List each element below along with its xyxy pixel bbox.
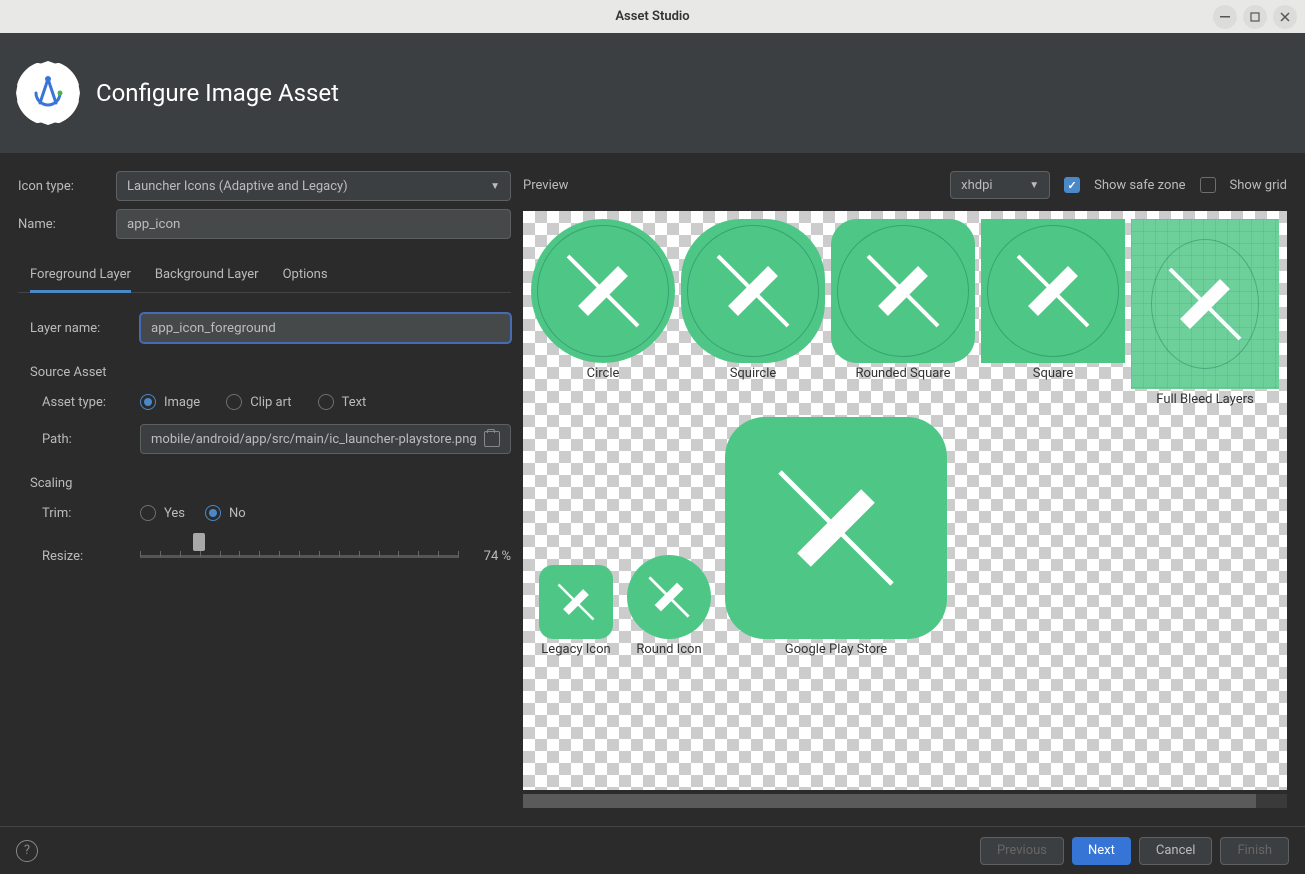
asset-type-text-radio[interactable]	[318, 394, 334, 410]
maximize-button[interactable]	[1243, 5, 1267, 29]
preview-round: Round Icon	[627, 555, 711, 657]
preview-area: Circle Squircle Rounded Square Square Fu…	[523, 211, 1287, 790]
minimize-button[interactable]	[1213, 5, 1237, 29]
resize-value: 74 %	[471, 549, 511, 564]
android-studio-icon	[20, 65, 76, 121]
path-value: mobile/android/app/src/main/ic_launcher-…	[151, 432, 477, 447]
path-input[interactable]: mobile/android/app/src/main/ic_launcher-…	[140, 424, 511, 454]
preview-playstore: Google Play Store	[725, 417, 947, 657]
next-button[interactable]: Next	[1072, 837, 1131, 865]
preview-square: Square	[981, 219, 1125, 407]
trim-label: Trim:	[42, 506, 128, 521]
resize-label: Resize:	[42, 549, 128, 564]
close-button[interactable]	[1273, 5, 1297, 29]
trim-yes-label[interactable]: Yes	[164, 506, 185, 521]
previous-button[interactable]: Previous	[980, 837, 1064, 865]
layer-name-label: Layer name:	[30, 321, 128, 336]
chevron-down-icon: ▼	[490, 181, 500, 192]
icon-type-value: Launcher Icons (Adaptive and Legacy)	[127, 179, 348, 194]
asset-type-clipart-radio[interactable]	[226, 394, 242, 410]
asset-type-clipart-label[interactable]: Clip art	[250, 395, 291, 410]
scaling-title: Scaling	[18, 476, 511, 491]
asset-type-label: Asset type:	[42, 395, 128, 410]
chevron-down-icon: ▼	[1029, 180, 1039, 191]
tabs: Foreground Layer Background Layer Option…	[18, 257, 511, 293]
resize-slider[interactable]	[140, 541, 459, 571]
density-value: xhdpi	[961, 178, 992, 193]
folder-icon[interactable]	[484, 431, 500, 447]
safe-zone-checkbox[interactable]	[1064, 177, 1080, 193]
cancel-button[interactable]: Cancel	[1139, 837, 1213, 865]
help-button[interactable]: ?	[16, 840, 38, 862]
tab-foreground[interactable]: Foreground Layer	[30, 257, 131, 292]
show-grid-label[interactable]: Show grid	[1230, 178, 1287, 193]
path-label: Path:	[42, 432, 128, 447]
page-title: Configure Image Asset	[96, 79, 339, 107]
icon-type-select[interactable]: Launcher Icons (Adaptive and Legacy) ▼	[116, 171, 511, 201]
tab-options[interactable]: Options	[283, 257, 328, 292]
name-input[interactable]	[116, 209, 511, 239]
preview-label: Preview	[523, 178, 936, 193]
footer: ? Previous Next Cancel Finish	[0, 826, 1305, 874]
preview-full-bleed: Full Bleed Layers	[1131, 219, 1279, 407]
horizontal-scrollbar[interactable]	[523, 794, 1287, 808]
layer-name-input[interactable]	[140, 313, 511, 343]
slider-thumb[interactable]	[193, 533, 205, 551]
window-title: Asset Studio	[615, 9, 689, 24]
tab-background[interactable]: Background Layer	[155, 257, 259, 292]
preview-rounded: Rounded Square	[831, 219, 975, 407]
preview-legacy: Legacy Icon	[539, 565, 613, 657]
source-asset-title: Source Asset	[18, 365, 511, 380]
icon-type-label: Icon type:	[18, 179, 104, 194]
titlebar: Asset Studio	[0, 0, 1305, 33]
preview-squircle: Squircle	[681, 219, 825, 407]
asset-type-image-label[interactable]: Image	[164, 395, 200, 410]
asset-type-image-radio[interactable]	[140, 394, 156, 410]
show-grid-checkbox[interactable]	[1200, 177, 1216, 193]
trim-no-radio[interactable]	[205, 505, 221, 521]
safe-zone-label[interactable]: Show safe zone	[1094, 178, 1185, 193]
dialog-header: Configure Image Asset	[0, 33, 1305, 153]
asset-type-text-label[interactable]: Text	[342, 395, 367, 410]
finish-button[interactable]: Finish	[1220, 837, 1289, 865]
preview-circle: Circle	[531, 219, 675, 407]
trim-yes-radio[interactable]	[140, 505, 156, 521]
trim-no-label[interactable]: No	[229, 506, 246, 521]
density-select[interactable]: xhdpi ▼	[950, 171, 1050, 199]
name-label: Name:	[18, 217, 104, 232]
